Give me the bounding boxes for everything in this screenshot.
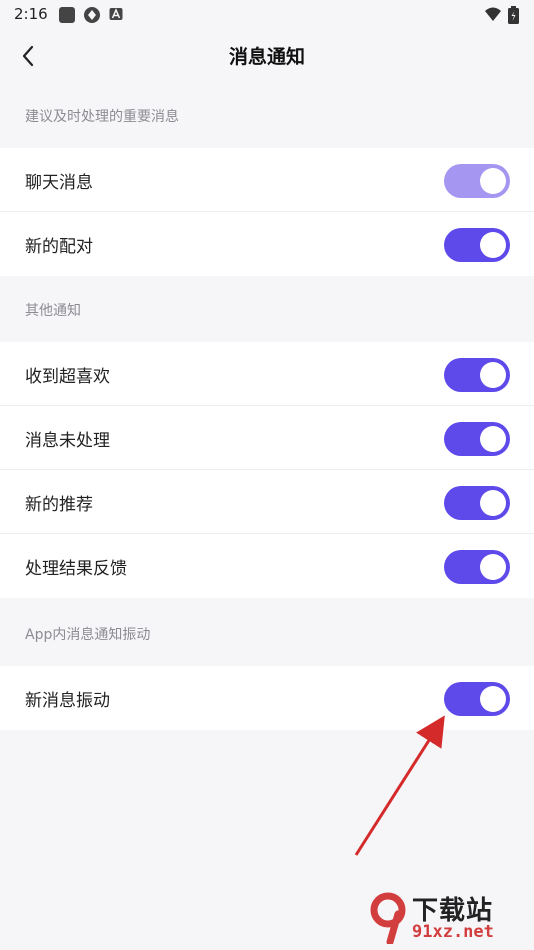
setting-label: 消息未处理 [25, 431, 110, 451]
status-time: 2:16 [14, 5, 48, 23]
setting-row-new-message-vibration: 新消息振动 [0, 666, 534, 730]
super-like-toggle[interactable] [444, 358, 510, 392]
section-title: 建议及时处理的重要消息 [25, 109, 179, 125]
new-recommendations-toggle[interactable] [444, 486, 510, 520]
watermark-url: 91xz.net [412, 922, 494, 942]
app-notification-icon [59, 7, 75, 23]
setting-row-super-like: 收到超喜欢 [0, 342, 534, 406]
setting-label: 新的配对 [25, 237, 93, 257]
toggle-knob [480, 426, 506, 452]
setting-row-new-match: 新的配对 [0, 212, 534, 276]
sync-icon [84, 7, 100, 23]
setting-label: 新的推荐 [25, 495, 93, 515]
status-bar: 2:16 [0, 0, 534, 30]
setting-row-unhandled-messages: 消息未处理 [0, 406, 534, 470]
setting-label: 新消息振动 [25, 691, 110, 711]
section-title: 其他通知 [25, 303, 81, 319]
toggle-knob [480, 232, 506, 258]
new-match-toggle[interactable] [444, 228, 510, 262]
setting-label: 处理结果反馈 [25, 559, 127, 579]
section-title: App内消息通知振动 [25, 627, 151, 643]
toggle-knob [480, 686, 506, 712]
section-header-vibration: App内消息通知振动 [0, 600, 534, 666]
unhandled-messages-toggle[interactable] [444, 422, 510, 456]
watermark-logo-icon [370, 892, 406, 944]
page-title: 消息通知 [228, 46, 305, 68]
setting-label: 聊天消息 [25, 173, 93, 193]
setting-row-new-recommendations: 新的推荐 [0, 470, 534, 534]
chat-messages-toggle[interactable] [444, 164, 510, 198]
result-feedback-toggle[interactable] [444, 550, 510, 584]
battery-icon [508, 6, 519, 24]
toggle-knob [480, 490, 506, 516]
wifi-icon [485, 7, 501, 21]
setting-row-result-feedback: 处理结果反馈 [0, 534, 534, 598]
setting-row-chat-messages: 聊天消息 [0, 148, 534, 212]
nav-bar: 消息通知 [0, 30, 534, 82]
toggle-knob [480, 554, 506, 580]
new-message-vibration-toggle[interactable] [444, 682, 510, 716]
a-notification-icon [109, 8, 123, 20]
toggle-knob [480, 362, 506, 388]
watermark: 下载站 91xz.net [370, 890, 530, 946]
section-header-other: 其他通知 [0, 276, 534, 342]
section-header-important: 建议及时处理的重要消息 [0, 82, 534, 148]
setting-label: 收到超喜欢 [25, 367, 110, 387]
toggle-knob [480, 168, 506, 194]
